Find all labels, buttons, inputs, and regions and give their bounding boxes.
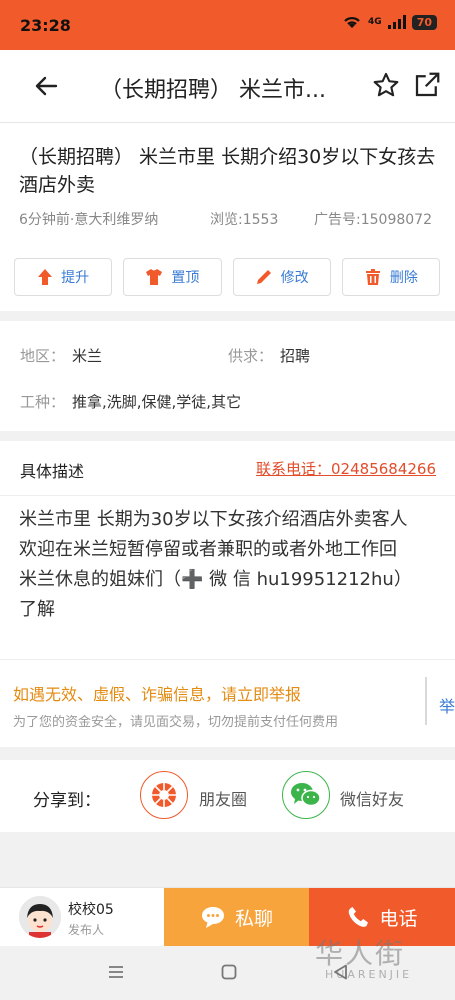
pin-label: 置顶 — [171, 270, 200, 286]
type-value: 招聘 — [280, 347, 311, 365]
region-label: 地区： — [20, 347, 66, 365]
phone-icon — [349, 907, 369, 927]
delete-label: 删除 — [389, 270, 418, 286]
description-section: 具体描述 联系电话：02485684266 米兰市里 长期为30岁以下女孩介绍酒… — [0, 441, 455, 747]
home-icon[interactable] — [220, 963, 238, 981]
wechat-share-button[interactable] — [282, 771, 330, 819]
job-label: 工种： — [20, 393, 66, 411]
post-info: 地区： 米兰 供求： 招聘 工种： 推拿,洗脚,保健,学徒,其它 — [0, 321, 455, 431]
report-button[interactable]: 举 — [439, 693, 455, 717]
trash-icon — [365, 269, 380, 285]
pencil-icon — [256, 270, 271, 284]
status-bar: 23:28 4G 70 — [0, 0, 455, 50]
share-icon[interactable] — [412, 70, 442, 100]
share-section: 分享到： 朋友圈 微信好友 — [0, 760, 455, 832]
pin-button[interactable]: 置顶 — [123, 258, 222, 296]
chat-bubble-icon — [201, 907, 224, 928]
divider — [0, 659, 455, 660]
status-time: 23:28 — [20, 16, 71, 35]
chat-label: 私聊 — [234, 907, 273, 930]
divider — [425, 677, 427, 725]
menu-icon[interactable] — [107, 964, 125, 980]
delete-button[interactable]: 删除 — [341, 258, 440, 296]
star-icon[interactable] — [372, 71, 400, 99]
view-count: 浏览:1553 — [210, 212, 279, 228]
publisher-role: 发布人 — [68, 923, 105, 937]
avatar[interactable] — [19, 896, 61, 938]
region-value: 米兰 — [72, 347, 103, 365]
post-time-location: 6分钟前·意大利维罗纳 — [19, 212, 159, 228]
user-avatar-icon — [19, 896, 61, 938]
publisher-name: 校校05 — [68, 902, 114, 918]
description-header: 具体描述 — [20, 462, 85, 481]
type-label: 供求： — [228, 347, 274, 365]
contact-phone-link[interactable]: 联系电话：02485684266 — [256, 458, 436, 479]
promote-label: 提升 — [61, 270, 90, 286]
post-actions: 提升 置顶 修改 删除 — [14, 258, 440, 296]
signal-icon — [387, 15, 406, 29]
edit-label: 修改 — [280, 270, 309, 286]
moments-share-button[interactable] — [140, 771, 188, 819]
battery-icon: 70 — [411, 14, 437, 30]
shirt-icon — [146, 269, 163, 285]
description-body: 米兰市里 长期为30岁以下女孩介绍酒店外卖客人 欢迎在米兰短暂停留或者兼职的或者… — [19, 509, 426, 620]
nav-bar: （长期招聘） 米兰市... — [0, 50, 455, 123]
report-warning: 如遇无效、虚假、诈骗信息，请立即举报 — [13, 685, 302, 704]
edit-button[interactable]: 修改 — [232, 258, 331, 296]
watermark-text: 华人街 — [315, 937, 406, 970]
wechat-icon — [291, 783, 321, 807]
wifi-icon — [344, 17, 360, 28]
moments-label: 朋友圈 — [199, 790, 248, 809]
share-label: 分享到： — [33, 791, 101, 811]
post-header: （长期招聘） 米兰市里 长期介绍30岁以下女孩去酒店外卖 6分钟前·意大利维罗纳… — [0, 123, 455, 311]
job-value: 推拿,洗脚,保健,学徒,其它 — [72, 393, 242, 411]
promote-button[interactable]: 提升 — [14, 258, 113, 296]
wechat-friends-label: 微信好友 — [340, 790, 405, 809]
status-icons: 4G 70 — [342, 14, 437, 30]
back-arrow-icon[interactable] — [30, 70, 62, 102]
watermark-logo: 华人街 HUARENJIE — [315, 932, 409, 981]
ad-id: 广告号:15098072 — [314, 212, 432, 228]
arrow-up-icon — [38, 269, 53, 285]
page-title: （长期招聘） 米兰市... — [100, 78, 326, 103]
divider — [0, 495, 455, 496]
call-label: 电话 — [379, 907, 418, 930]
post-title: （长期招聘） 米兰市里 长期介绍30岁以下女孩去酒店外卖 — [19, 146, 436, 196]
safety-notice: 为了您的资金安全，请见面交易，切勿提前支付任何费用 — [13, 715, 339, 730]
private-chat-button[interactable]: 私聊 — [164, 888, 309, 946]
network-label: 4G — [368, 17, 382, 27]
moments-icon — [152, 783, 176, 807]
watermark-subtext: HUARENJIE — [325, 968, 413, 981]
